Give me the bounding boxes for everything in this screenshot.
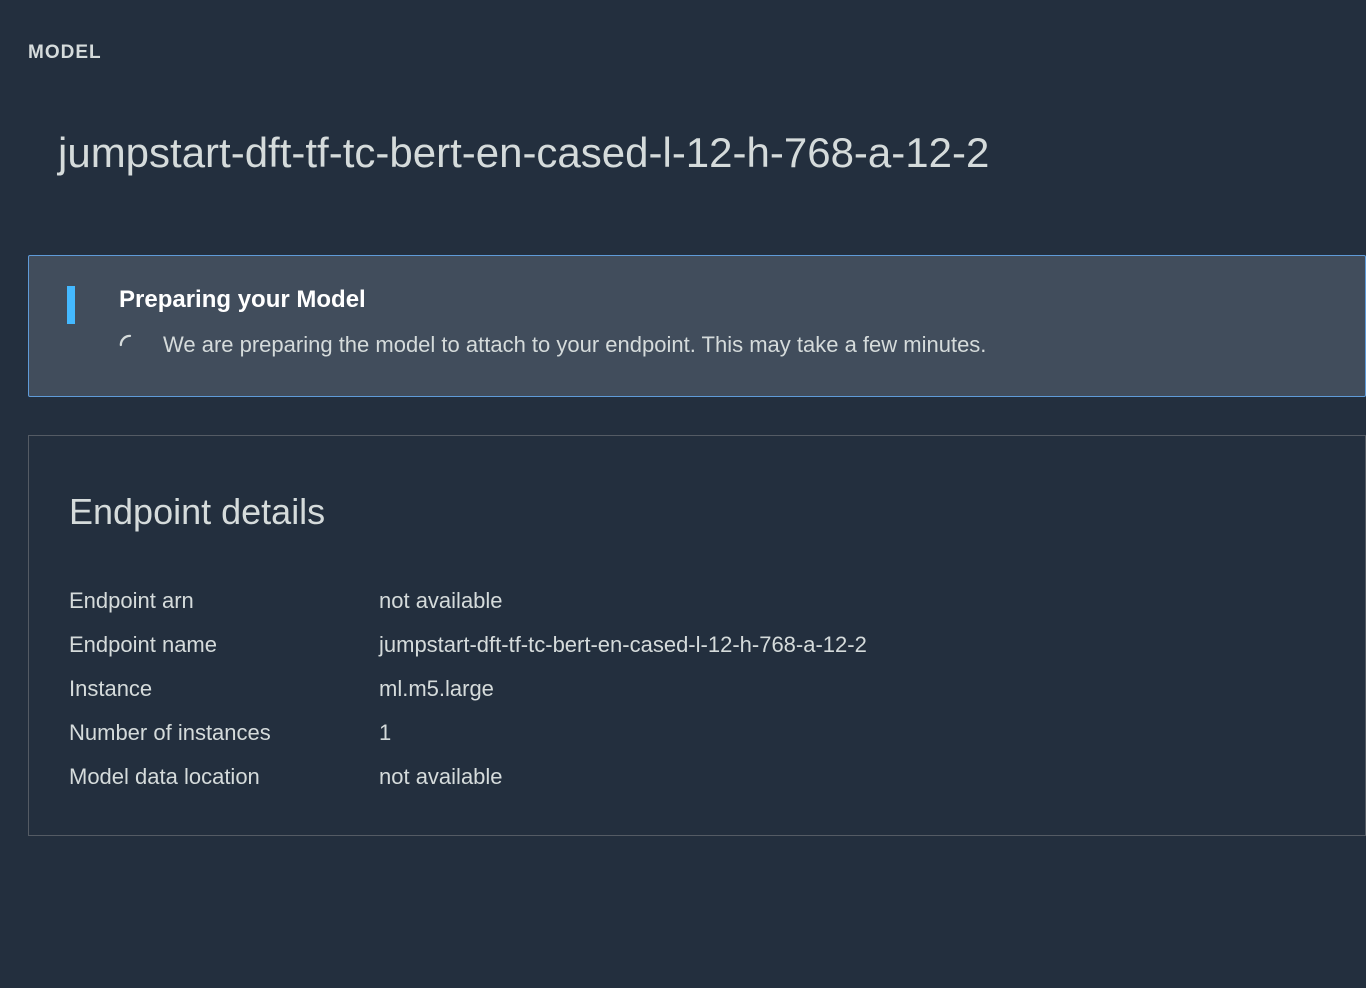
detail-label: Number of instances — [69, 720, 379, 746]
page-title: jumpstart-dft-tf-tc-bert-en-cased-l-12-h… — [0, 64, 1366, 177]
detail-label: Endpoint arn — [69, 588, 379, 614]
detail-value: 1 — [379, 720, 1325, 746]
model-detail-page: MODEL jumpstart-dft-tf-tc-bert-en-cased-… — [0, 0, 1366, 836]
detail-label: Endpoint name — [69, 632, 379, 658]
detail-value: not available — [379, 764, 1325, 790]
status-content: Preparing your Model We are preparing th… — [69, 286, 1325, 358]
detail-value: not available — [379, 588, 1325, 614]
status-message: We are preparing the model to attach to … — [163, 332, 986, 358]
section-label: MODEL — [0, 0, 1366, 64]
status-banner: Preparing your Model We are preparing th… — [28, 255, 1366, 397]
loading-spinner-icon — [119, 334, 141, 356]
detail-label: Instance — [69, 676, 379, 702]
detail-value: ml.m5.large — [379, 676, 1325, 702]
detail-value: jumpstart-dft-tf-tc-bert-en-cased-l-12-h… — [379, 632, 1325, 658]
details-grid: Endpoint arn not available Endpoint name… — [69, 588, 1325, 790]
details-heading: Endpoint details — [69, 491, 1325, 533]
endpoint-details-panel: Endpoint details Endpoint arn not availa… — [28, 435, 1366, 836]
status-title: Preparing your Model — [119, 286, 1325, 314]
detail-label: Model data location — [69, 764, 379, 790]
status-message-row: We are preparing the model to attach to … — [119, 332, 1325, 358]
status-accent-bar — [67, 286, 75, 324]
